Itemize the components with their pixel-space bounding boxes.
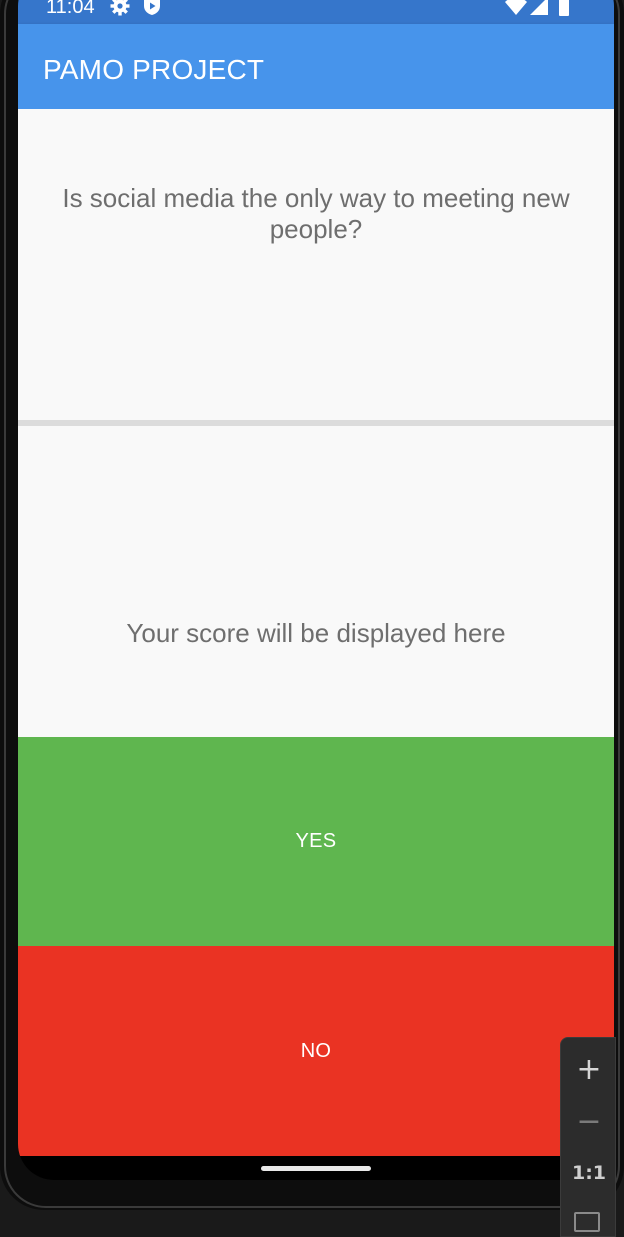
zoom-reset-button[interactable]: 1:1: [561, 1148, 617, 1198]
status-bar: 11:04: [18, 0, 614, 24]
yes-button[interactable]: YES: [18, 737, 614, 946]
app-title: PAMO PROJECT: [43, 54, 265, 85]
battery-icon: [558, 0, 570, 16]
fit-screen-icon[interactable]: [574, 1212, 600, 1232]
wifi-icon: [504, 0, 528, 16]
question-text: Is social media the only way to meeting …: [62, 183, 570, 244]
zoom-out-button[interactable]: −: [561, 1096, 617, 1146]
zoom-controls: + − 1:1: [560, 1037, 616, 1237]
score-text: Your score will be displayed here: [126, 618, 506, 648]
gear-icon: [110, 0, 130, 16]
question-panel: Is social media the only way to meeting …: [18, 109, 614, 420]
status-time: 11:04: [46, 0, 95, 18]
signal-icon: [529, 0, 549, 16]
zoom-in-button[interactable]: +: [561, 1044, 617, 1094]
score-panel: Your score will be displayed here: [18, 426, 614, 737]
shield-play-icon: [142, 0, 162, 16]
phone-screen: 11:04 Is social media the only way to me…: [18, 0, 614, 1180]
navigation-handle[interactable]: [261, 1166, 371, 1171]
no-button[interactable]: NO: [18, 946, 614, 1156]
